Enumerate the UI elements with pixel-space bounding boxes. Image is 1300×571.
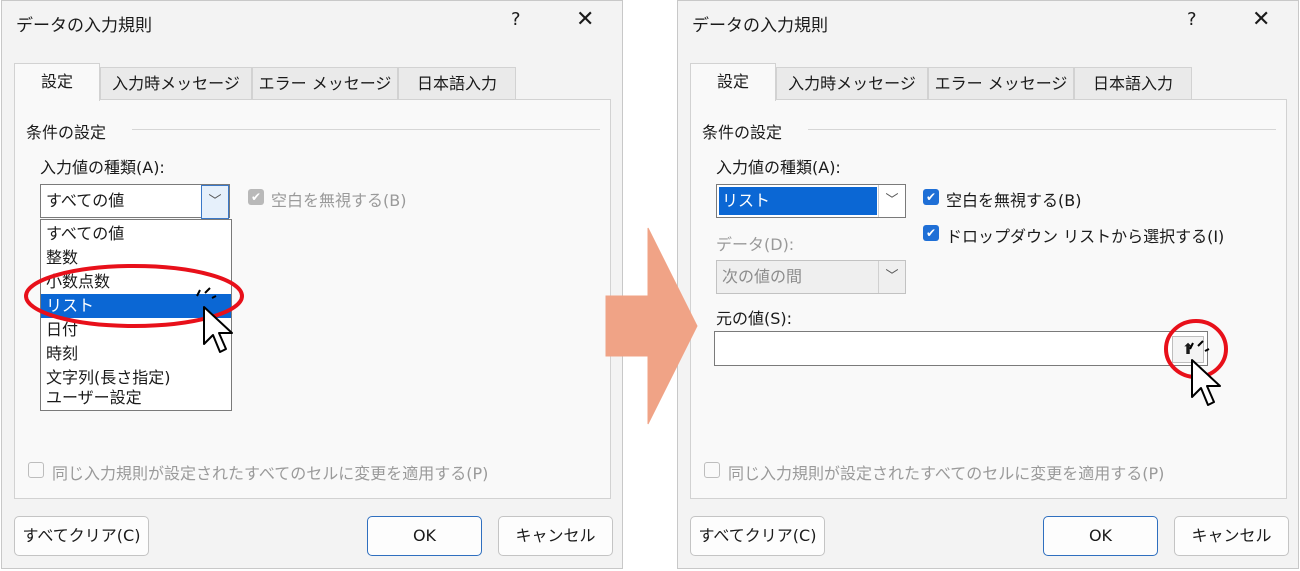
cancel-button[interactable]: キャンセル	[1174, 516, 1289, 556]
list-item[interactable]: 小数点数	[41, 270, 231, 294]
collapse-dialog-icon[interactable]: ⬆	[1172, 336, 1204, 363]
source-label: 元の値(S):	[716, 309, 793, 328]
allow-label: 入力値の種類(A):	[40, 158, 165, 177]
apply-all-checkbox[interactable]	[28, 462, 44, 478]
apply-all-label: 同じ入力規則が設定されたすべてのセルに変更を適用する(P)	[728, 464, 1165, 483]
source-input[interactable]	[714, 331, 1208, 366]
list-item[interactable]: 時刻	[41, 342, 231, 366]
clear-all-button[interactable]: すべてクリア(C)	[690, 516, 825, 556]
ok-button[interactable]: OK	[367, 516, 482, 556]
tab-settings[interactable]: 設定	[14, 63, 100, 101]
tab-ime-mode[interactable]: 日本語入力	[1074, 67, 1192, 99]
allow-value: リスト	[719, 187, 877, 215]
ignore-blank-checkbox[interactable]: ✔	[923, 189, 939, 205]
data-combobox[interactable]: 次の値の間 ﹀	[716, 260, 906, 294]
ignore-blank-checkbox[interactable]: ✔	[248, 189, 264, 205]
help-button[interactable]: ?	[511, 9, 521, 30]
data-label: データ(D):	[716, 235, 795, 254]
chevron-down-icon[interactable]: ﹀	[878, 185, 905, 217]
list-item[interactable]: 整数	[41, 246, 231, 270]
list-item[interactable]: 日付	[41, 318, 231, 342]
group-label: 条件の設定	[26, 123, 107, 142]
tab-settings[interactable]: 設定	[690, 63, 776, 101]
list-item[interactable]: ユーザー設定	[41, 386, 231, 410]
allow-combobox[interactable]: リスト ﹀	[716, 184, 906, 218]
list-item[interactable]: すべての値	[41, 222, 231, 246]
ok-button[interactable]: OK	[1043, 516, 1158, 556]
in-cell-dropdown-label: ドロップダウン リストから選択する(I)	[946, 227, 1225, 246]
allow-dropdown-list[interactable]: すべての値 整数 小数点数 リスト 日付 時刻 文字列(長さ指定) ユーザー設定	[40, 219, 232, 411]
dialog-title: データの入力規則	[16, 16, 152, 36]
data-validation-dialog-left: データの入力規則 ? ✕ 設定 入力時メッセージ エラー メッセージ 日本語入力…	[1, 0, 623, 569]
allow-label: 入力値の種類(A):	[716, 158, 841, 177]
cancel-button[interactable]: キャンセル	[498, 516, 613, 556]
group-divider	[132, 129, 600, 130]
close-button[interactable]: ✕	[1252, 7, 1270, 32]
ignore-blank-label: 空白を無視する(B)	[946, 191, 1082, 210]
close-button[interactable]: ✕	[576, 7, 594, 32]
data-validation-dialog-right: データの入力規則 ? ✕ 設定 入力時メッセージ エラー メッセージ 日本語入力…	[677, 0, 1299, 569]
chevron-down-icon[interactable]: ﹀	[201, 185, 229, 219]
data-value: 次の値の間	[722, 267, 803, 286]
tab-ime-mode[interactable]: 日本語入力	[398, 67, 516, 99]
clear-all-button[interactable]: すべてクリア(C)	[14, 516, 149, 556]
tab-input-message[interactable]: 入力時メッセージ	[776, 67, 928, 99]
tab-input-message[interactable]: 入力時メッセージ	[100, 67, 252, 99]
allow-combobox[interactable]: すべての値 ﹀	[40, 184, 230, 219]
allow-value: すべての値	[46, 191, 125, 210]
tab-error-alert[interactable]: エラー メッセージ	[928, 67, 1074, 99]
ignore-blank-label: 空白を無視する(B)	[271, 191, 407, 210]
apply-all-label: 同じ入力規則が設定されたすべてのセルに変更を適用する(P)	[52, 464, 489, 483]
help-button[interactable]: ?	[1187, 9, 1197, 30]
apply-all-checkbox[interactable]	[704, 462, 720, 478]
list-item-selected[interactable]: リスト	[41, 294, 231, 318]
dialog-title: データの入力規則	[692, 16, 828, 36]
chevron-down-icon[interactable]: ﹀	[878, 261, 905, 293]
group-label: 条件の設定	[702, 123, 783, 142]
tab-error-alert[interactable]: エラー メッセージ	[252, 67, 398, 99]
in-cell-dropdown-checkbox[interactable]: ✔	[923, 225, 939, 241]
group-divider	[808, 129, 1276, 130]
